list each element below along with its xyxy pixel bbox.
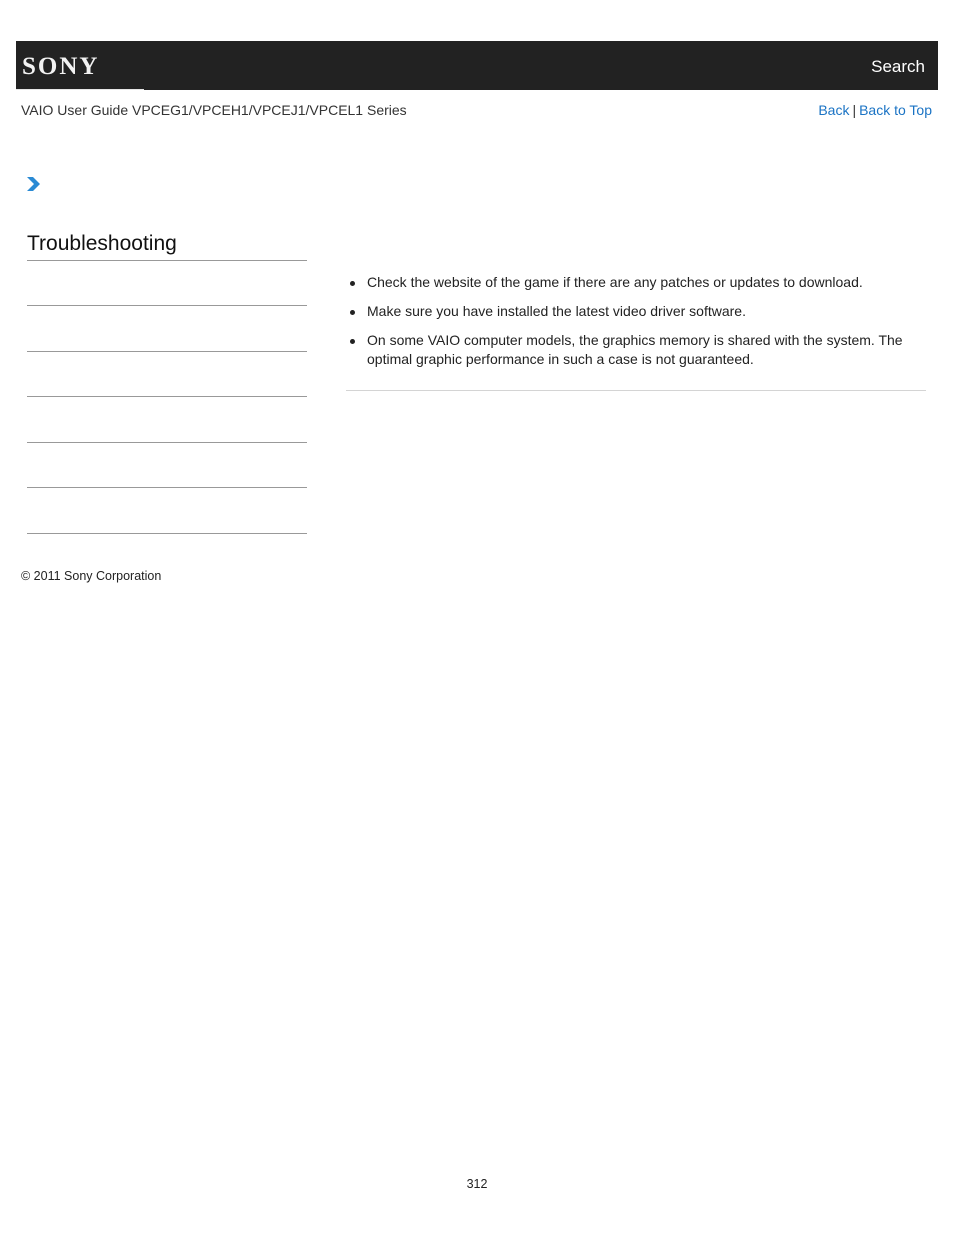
content-divider xyxy=(346,390,926,391)
page-number: 312 xyxy=(466,1177,488,1191)
list-item: Check the website of the game if there a… xyxy=(346,273,926,292)
main-content: Check the website of the game if there a… xyxy=(346,273,926,379)
nav-links: Back | Back to Top xyxy=(818,102,932,118)
sidebar-item-1[interactable] xyxy=(27,305,307,306)
list-item: On some VAIO computer models, the graphi… xyxy=(346,331,926,369)
copyright: © 2011 Sony Corporation xyxy=(21,569,162,583)
top-header-bar: SONY Search xyxy=(16,41,938,90)
sidebar-title: Troubleshooting xyxy=(27,232,177,255)
tips-list: Check the website of the game if there a… xyxy=(346,273,926,369)
sidebar-item-3[interactable] xyxy=(27,396,307,397)
bullet-icon xyxy=(350,281,355,286)
nav-separator: | xyxy=(852,102,857,118)
sidebar-item-5[interactable] xyxy=(27,487,307,488)
sidebar-title-divider xyxy=(27,260,307,261)
sidebar-item-4[interactable] xyxy=(27,442,307,443)
sidebar-item-2[interactable] xyxy=(27,351,307,352)
list-item: Make sure you have installed the latest … xyxy=(346,302,926,321)
guide-title: VAIO User Guide VPCEG1/VPCEH1/VPCEJ1/VPC… xyxy=(21,102,407,118)
search-link[interactable]: Search xyxy=(871,57,925,77)
chevron-right-icon xyxy=(27,177,40,191)
bullet-icon xyxy=(350,310,355,315)
back-link[interactable]: Back xyxy=(818,102,849,118)
back-to-top-link[interactable]: Back to Top xyxy=(859,102,932,118)
sony-logo: SONY xyxy=(22,53,100,80)
sidebar-item-6[interactable] xyxy=(27,533,307,534)
bullet-icon xyxy=(350,339,355,344)
logo-container: SONY xyxy=(16,41,144,90)
